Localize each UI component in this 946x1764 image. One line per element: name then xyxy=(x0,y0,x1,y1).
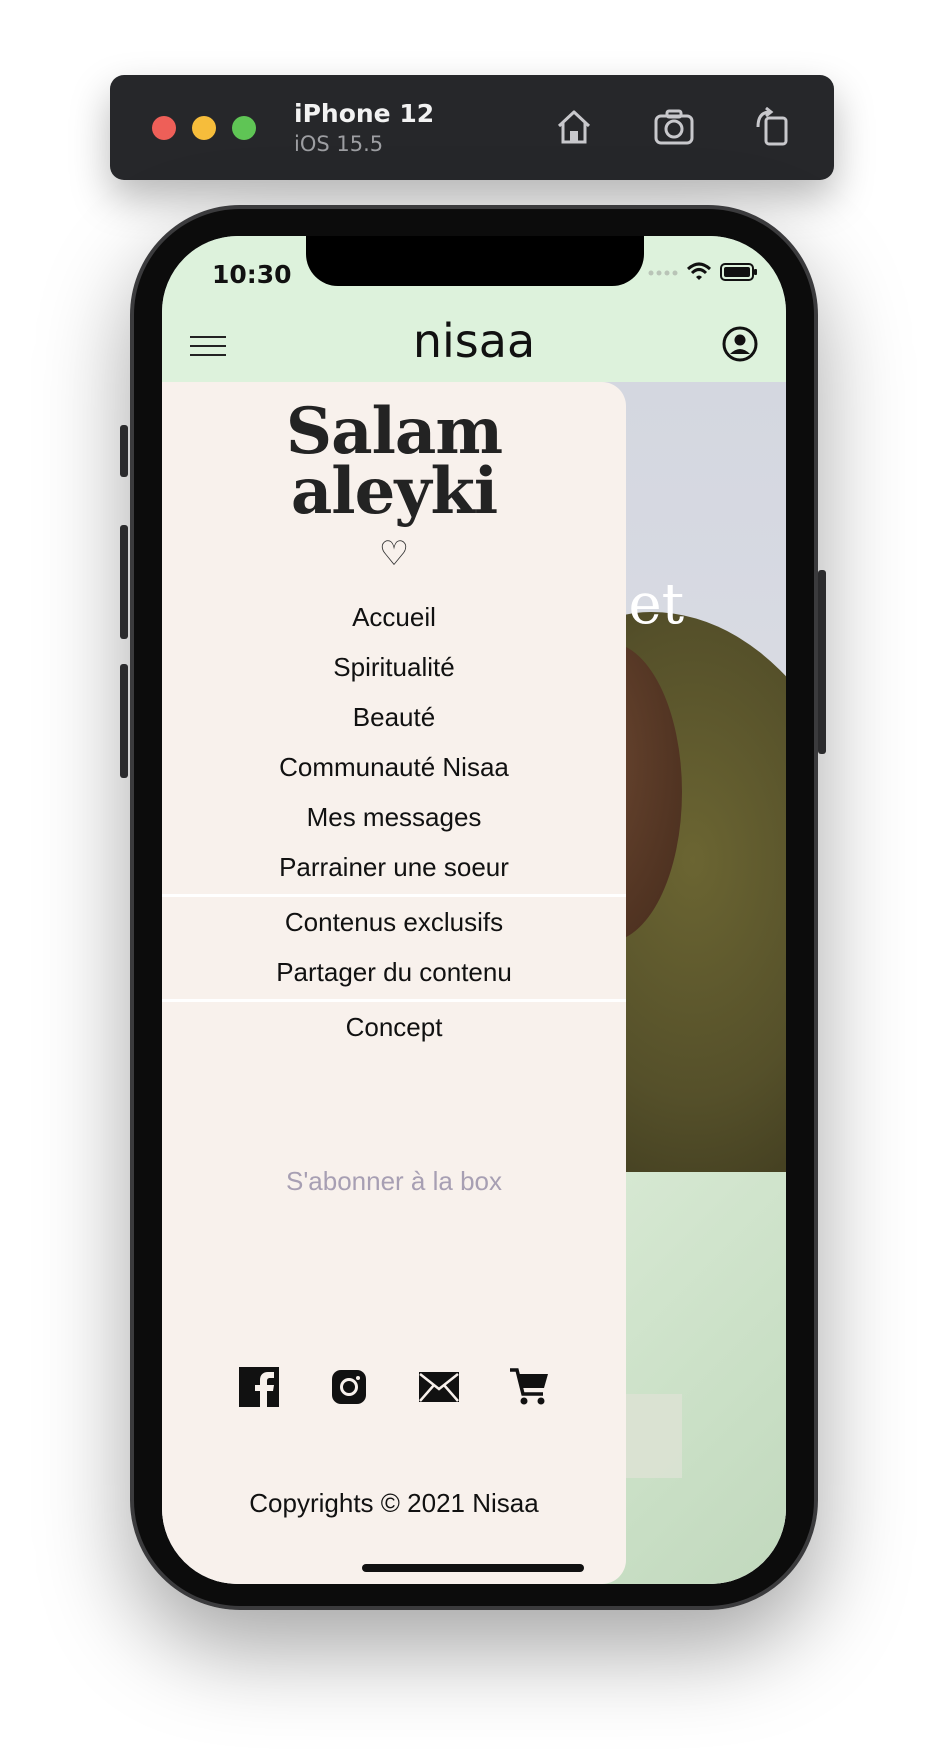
volume-down-button xyxy=(120,664,128,778)
menu-item-parrainer[interactable]: Parrainer une soeur xyxy=(162,842,626,892)
rotate-icon[interactable] xyxy=(748,103,796,151)
status-icons xyxy=(648,262,758,282)
notch xyxy=(306,236,644,286)
side-button xyxy=(120,425,128,477)
cart-icon[interactable] xyxy=(508,1366,550,1408)
device-name: iPhone 12 xyxy=(294,99,435,128)
menu-item-beaute[interactable]: Beauté xyxy=(162,692,626,742)
side-drawer: Salam aleyki ♡ Accueil Spiritualité Beau… xyxy=(162,382,626,1584)
volume-up-button xyxy=(120,525,128,639)
mail-icon[interactable] xyxy=(418,1366,460,1408)
battery-icon xyxy=(720,263,757,281)
screenshot-icon[interactable] xyxy=(650,103,698,151)
drawer-menu: Accueil Spiritualité Beauté Communauté N… xyxy=(162,592,626,1052)
greeting-line2: aleyki xyxy=(290,454,498,529)
greeting-line1: Salam xyxy=(285,394,503,469)
home-icon[interactable] xyxy=(550,103,598,151)
zoom-window-button[interactable] xyxy=(232,116,256,140)
close-window-button[interactable] xyxy=(152,116,176,140)
menu-item-messages[interactable]: Mes messages xyxy=(162,792,626,842)
account-icon[interactable] xyxy=(722,326,758,362)
brand-logo[interactable]: nisaa xyxy=(162,314,786,368)
menu-item-communaute[interactable]: Communauté Nisaa xyxy=(162,742,626,792)
subscribe-box-link[interactable]: S'abonner à la box xyxy=(162,1166,626,1197)
copyright-text: Copyrights © 2021 Nisaa xyxy=(249,1488,539,1518)
phone-screen: 10:30 nisaa s et Salam aleyki ♡ Accueil … xyxy=(162,236,786,1584)
os-version: iOS 15.5 xyxy=(294,132,384,156)
app-header: nisaa xyxy=(162,308,786,382)
greeting-title: Salam aleyki xyxy=(162,394,626,529)
signal-icon xyxy=(648,270,678,276)
power-button xyxy=(818,570,826,754)
menu-item-spiritualite[interactable]: Spiritualité xyxy=(162,642,626,692)
home-indicator[interactable] xyxy=(362,1564,584,1572)
simulator-toolbar: iPhone 12 iOS 15.5 xyxy=(110,75,834,180)
wifi-icon xyxy=(686,262,712,280)
menu-item-contenus-exclusifs[interactable]: Contenus exclusifs xyxy=(162,897,626,947)
status-time: 10:30 xyxy=(212,260,292,289)
instagram-icon[interactable] xyxy=(328,1366,370,1408)
social-links xyxy=(162,1366,626,1408)
menu-item-partager-contenu[interactable]: Partager du contenu xyxy=(162,947,626,997)
facebook-icon[interactable] xyxy=(238,1366,280,1408)
menu-item-accueil[interactable]: Accueil xyxy=(162,592,626,642)
heart-icon: ♡ xyxy=(378,535,410,573)
menu-item-concept[interactable]: Concept xyxy=(162,1002,626,1052)
minimize-window-button[interactable] xyxy=(192,116,216,140)
